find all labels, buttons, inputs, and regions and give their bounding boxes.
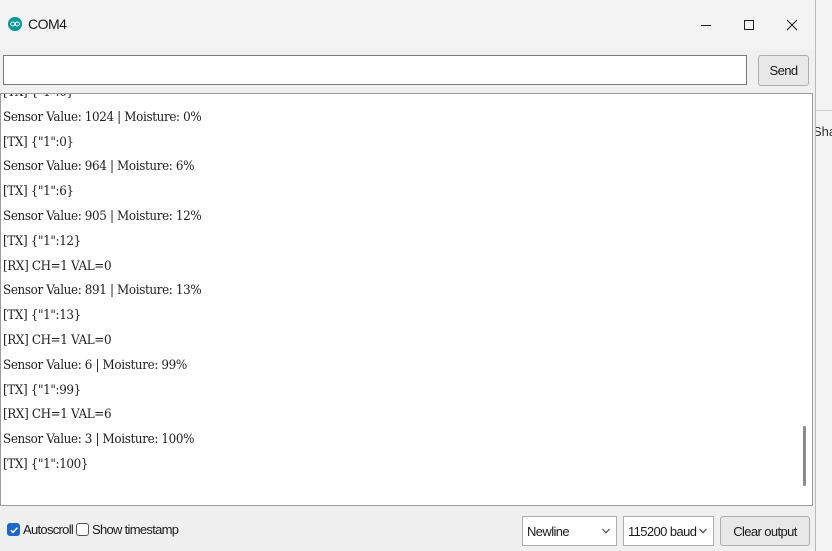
chevron-down-icon: [699, 528, 707, 534]
output-line: [TX] {"1":0}: [3, 134, 74, 150]
check-icon: [9, 526, 18, 533]
clear-output-button[interactable]: Clear output: [720, 516, 810, 546]
output-line: Sensor Value: 6 | Moisture: 99%: [3, 357, 187, 373]
scrollbar-thumb[interactable]: [803, 426, 806, 486]
output-line: [TX] {"1":13}: [3, 308, 81, 324]
vertical-scrollbar[interactable]: [800, 96, 810, 503]
arduino-icon: [8, 17, 22, 31]
minimize-icon: [701, 25, 711, 26]
output-line: [TX] {"1":100}: [3, 456, 89, 472]
background-app-strip: [814, 0, 832, 551]
output-line: Sensor Value: 905 | Moisture: 12%: [3, 208, 202, 224]
maximize-icon: [744, 20, 754, 30]
output-line: Sensor Value: 964 | Moisture: 6%: [3, 159, 195, 175]
window-title: COM4: [28, 16, 67, 32]
send-row: Send: [0, 52, 815, 90]
serial-monitor-window: COM4 Send [TX] {"1":0} Sensor Value: 102…: [0, 0, 816, 551]
output-lines: [TX] {"1":0} Sensor Value: 1024 | Moistu…: [3, 94, 793, 478]
serial-input[interactable]: [3, 55, 747, 85]
close-button[interactable]: [770, 8, 814, 42]
timestamp-label: Show timestamp: [92, 522, 179, 537]
baud-rate-select[interactable]: 115200 baud: [623, 516, 714, 546]
autoscroll-label: Autoscroll: [23, 522, 74, 537]
output-line: Sensor Value: 1024 | Moisture: 0%: [3, 109, 202, 125]
close-icon: [786, 19, 798, 31]
minimize-button[interactable]: [684, 8, 728, 42]
background-divider: [815, 110, 832, 111]
output-line: Sensor Value: 3 | Moisture: 100%: [3, 432, 195, 448]
output-line: [RX] CH=1 VAL=6: [3, 407, 112, 423]
chevron-down-icon: [602, 528, 610, 534]
timestamp-checkbox[interactable]: [76, 523, 89, 536]
output-line: [TX] {"1":0}: [3, 94, 730, 106]
autoscroll-checkbox[interactable]: [7, 523, 20, 536]
title-bar[interactable]: COM4: [0, 0, 815, 50]
send-button[interactable]: Send: [758, 55, 809, 86]
output-line: Sensor Value: 891 | Moisture: 13%: [3, 283, 202, 299]
serial-output[interactable]: [TX] {"1":0} Sensor Value: 1024 | Moistu…: [0, 93, 813, 506]
footer-bar: Autoscroll Show timestamp Newline 115200…: [0, 510, 815, 551]
autoscroll-toggle[interactable]: Autoscroll: [7, 522, 74, 537]
output-line: [TX] {"1":99}: [3, 382, 81, 398]
output-line: [RX] CH=1 VAL=0: [3, 258, 112, 274]
output-line: [TX] {"1":6}: [3, 184, 74, 200]
output-line: [TX] {"1":12}: [3, 233, 81, 249]
maximize-button[interactable]: [727, 8, 771, 42]
baud-rate-value: 115200 baud: [628, 523, 697, 539]
line-ending-value: Newline: [527, 523, 570, 539]
output-line: [RX] CH=1 VAL=0: [3, 332, 112, 348]
timestamp-toggle[interactable]: Show timestamp: [76, 522, 179, 537]
line-ending-select[interactable]: Newline: [522, 516, 617, 546]
